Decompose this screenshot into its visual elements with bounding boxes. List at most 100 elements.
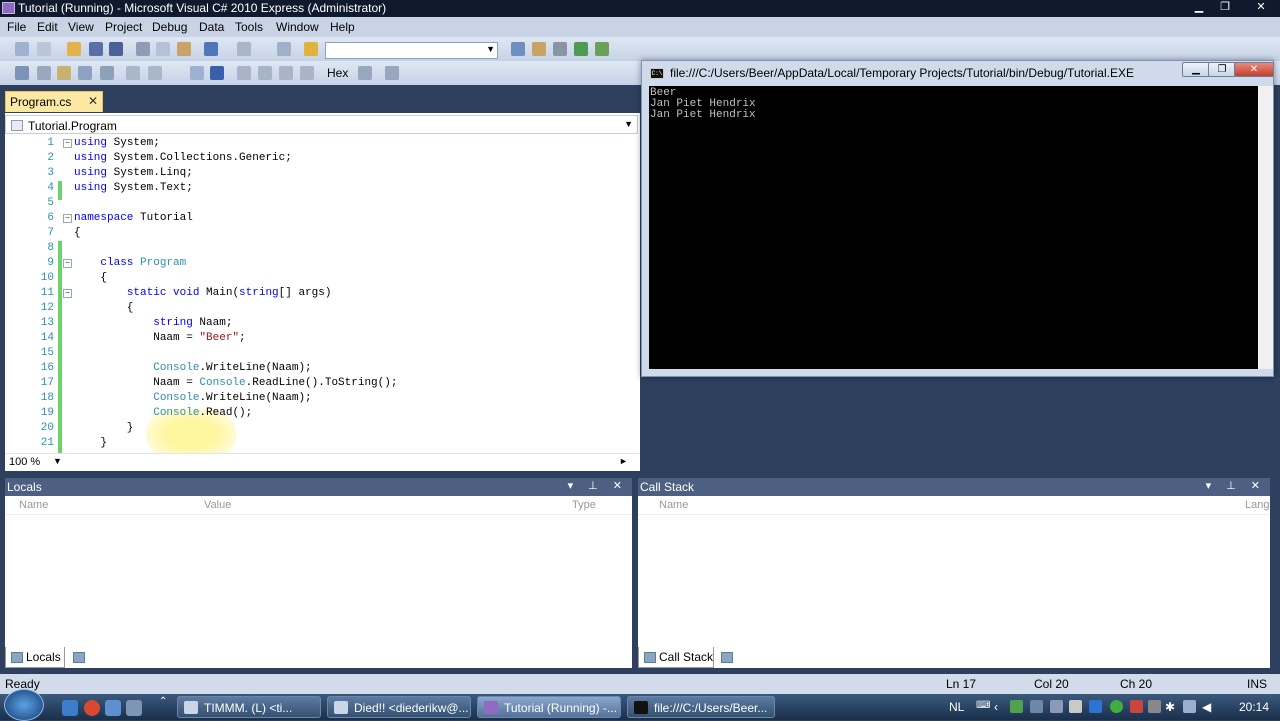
menu-view[interactable]: View xyxy=(68,20,94,34)
menu-file[interactable]: File xyxy=(7,20,26,34)
tray-app-icon[interactable] xyxy=(1089,700,1102,713)
stop-debugging-icon[interactable] xyxy=(210,66,224,80)
maximize-button[interactable]: ❐ xyxy=(1212,0,1238,16)
new-project-icon[interactable] xyxy=(15,42,29,56)
undo-icon[interactable] xyxy=(204,42,218,56)
close-button[interactable]: ✕ xyxy=(1244,0,1278,16)
menu-project[interactable]: Project xyxy=(105,20,142,34)
tray-app-icon[interactable] xyxy=(1130,700,1143,713)
console-output[interactable]: Beer Jan Piet Hendrix Jan Piet Hendrix xyxy=(649,86,1258,369)
hex-toggle[interactable]: Hex xyxy=(327,66,348,80)
type-navigation-combo[interactable]: Tutorial.Program ▼ xyxy=(5,115,638,134)
code-line[interactable]: 19 Console.Read(); xyxy=(5,406,625,421)
minimize-button[interactable]: ▁ xyxy=(1186,0,1212,16)
start-button[interactable] xyxy=(4,689,44,721)
keyboard-icon[interactable]: ⌨ xyxy=(976,700,990,711)
scroll-right-icon[interactable]: ► xyxy=(619,456,628,466)
bluetooth-icon[interactable]: ✱ xyxy=(1165,700,1175,714)
app-launcher-icon[interactable] xyxy=(126,700,142,716)
redo-icon[interactable] xyxy=(237,42,251,56)
column-name[interactable]: Name xyxy=(659,499,688,511)
console-scrollbar[interactable] xyxy=(1258,86,1273,369)
volume-icon[interactable]: ◀ xyxy=(1202,700,1211,714)
code-line[interactable]: 12 { xyxy=(5,301,625,316)
code-line[interactable]: 9− class Program xyxy=(5,256,625,271)
tab-program-cs[interactable]: Program.cs ✕ xyxy=(5,91,103,112)
code-line[interactable]: 7{ xyxy=(5,226,625,241)
code-line[interactable]: 20 } xyxy=(5,421,625,436)
tab-locals[interactable]: Locals xyxy=(5,647,65,668)
explorer-icon[interactable] xyxy=(105,700,121,716)
chevron-down-icon[interactable]: ▼ xyxy=(53,456,62,466)
code-line[interactable]: 13 string Naam; xyxy=(5,316,625,331)
tray-app-icon[interactable] xyxy=(1050,700,1063,713)
collapse-outline-icon[interactable]: − xyxy=(63,259,72,268)
zoom-level[interactable]: 100 % xyxy=(9,456,40,468)
tab-call-stack[interactable]: Call Stack xyxy=(638,647,714,668)
watch-icon[interactable] xyxy=(37,66,51,80)
tray-app-icon[interactable] xyxy=(1069,700,1082,713)
select-icon[interactable] xyxy=(15,66,29,80)
code-line[interactable]: 10 { xyxy=(5,271,625,286)
code-line[interactable]: 3 using System.Linq; xyxy=(5,166,625,181)
start-page-icon[interactable] xyxy=(574,42,588,56)
breakpoints-icon[interactable] xyxy=(358,66,372,80)
step-over-icon[interactable] xyxy=(279,66,293,80)
complete-word-icon[interactable] xyxy=(100,66,114,80)
code-line[interactable]: 11− static void Main(string[] args) xyxy=(5,286,625,301)
tab-immediate-window[interactable]: Immediate Window xyxy=(716,647,846,668)
code-line[interactable]: 14 Naam = "Beer"; xyxy=(5,331,625,346)
column-value[interactable]: Value xyxy=(204,499,231,511)
add-item-icon[interactable] xyxy=(37,42,51,56)
console-minimize-button[interactable]: ▁ xyxy=(1182,62,1210,77)
editor-vertical-scrollbar[interactable] xyxy=(625,136,640,458)
properties-icon[interactable] xyxy=(532,42,546,56)
menu-help[interactable]: Help xyxy=(330,20,355,34)
show-next-statement-icon[interactable] xyxy=(237,66,251,80)
extension-manager-icon[interactable] xyxy=(595,42,609,56)
taskbar-button-console[interactable]: file:///C:/Users/Beer... xyxy=(627,696,775,718)
panel-options-icon[interactable]: ▾ ⊥ ✕ xyxy=(1206,479,1266,492)
code-line[interactable]: 15 xyxy=(5,346,625,361)
step-into-icon[interactable] xyxy=(258,66,272,80)
code-line[interactable]: 1− using System; xyxy=(5,136,625,151)
monitor-tray-icon[interactable] xyxy=(1030,700,1043,713)
expand-quicklaunch-icon[interactable]: ⌃ xyxy=(159,696,167,707)
copy-icon[interactable] xyxy=(156,42,170,56)
collapse-outline-icon[interactable]: − xyxy=(63,139,72,148)
menu-edit[interactable]: Edit xyxy=(37,20,58,34)
close-icon[interactable]: ✕ xyxy=(88,94,98,108)
code-line[interactable]: 18 Console.WriteLine(Naam); xyxy=(5,391,625,406)
continue-icon[interactable] xyxy=(190,66,204,80)
tab-watch[interactable]: Watch xyxy=(68,647,132,668)
taskbar-button-chat[interactable]: Died!! <diederikw@... xyxy=(327,696,471,718)
quick-info-icon[interactable] xyxy=(57,66,71,80)
solution-explorer-icon[interactable] xyxy=(511,42,525,56)
windows-icon[interactable] xyxy=(385,66,399,80)
save-icon[interactable] xyxy=(89,42,103,56)
toolbox-icon[interactable] xyxy=(553,42,567,56)
panel-options-icon[interactable]: ▾ ⊥ ✕ xyxy=(568,479,628,492)
network-tray-icon[interactable] xyxy=(1010,700,1023,713)
taskbar-button-visual-studio[interactable]: Tutorial (Running) -... xyxy=(477,696,621,718)
tray-app-icon[interactable] xyxy=(1183,700,1196,713)
code-line[interactable]: 8 xyxy=(5,241,625,256)
code-line[interactable]: 2 using System.Collections.Generic; xyxy=(5,151,625,166)
tray-app-icon[interactable] xyxy=(1148,700,1161,713)
param-info-icon[interactable] xyxy=(78,66,92,80)
console-maximize-button[interactable]: ❐ xyxy=(1208,62,1236,77)
start-debugging-icon[interactable] xyxy=(277,42,291,56)
collapse-outline-icon[interactable]: − xyxy=(63,214,72,223)
utorrent-tray-icon[interactable] xyxy=(1110,700,1123,713)
taskbar-button-messenger[interactable]: TIMMM. (L) <ti... xyxy=(177,696,321,718)
code-area[interactable]: 1− using System; 2 using System.Collections… xyxy=(5,136,625,458)
menu-debug[interactable]: Debug xyxy=(152,20,187,34)
language-indicator[interactable]: NL xyxy=(949,700,964,714)
solution-config-combo[interactable]: ▼ xyxy=(325,42,498,59)
console-close-button[interactable]: ✕ xyxy=(1234,62,1274,77)
find-in-files-icon[interactable] xyxy=(304,42,318,56)
code-line[interactable]: 17 Naam = Console.ReadLine().ToString(); xyxy=(5,376,625,391)
save-all-icon[interactable] xyxy=(109,42,123,56)
column-name[interactable]: Name xyxy=(19,499,48,511)
collapse-outline-icon[interactable]: − xyxy=(63,289,72,298)
